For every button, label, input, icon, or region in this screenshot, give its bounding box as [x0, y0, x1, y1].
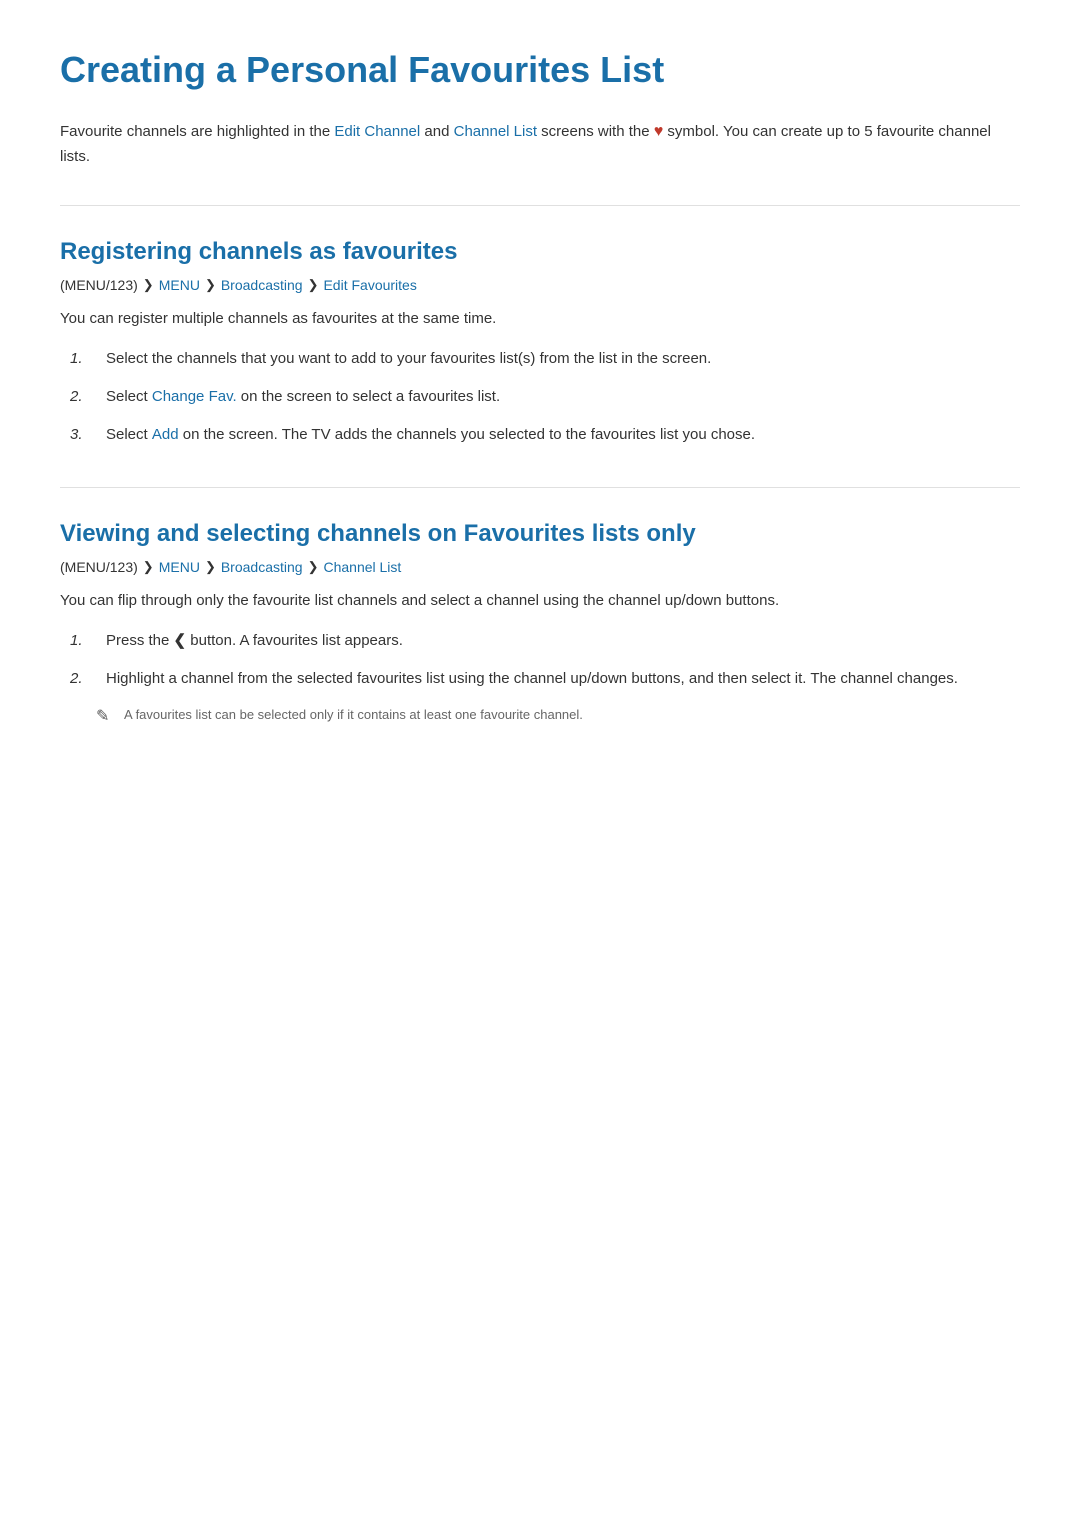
step-num-1: 1. [70, 347, 98, 371]
step-item: 1. Press the ❮ button. A favourites list… [70, 629, 1020, 653]
step-item: 2. Highlight a channel from the selected… [70, 667, 1020, 691]
page-title: Creating a Personal Favourites List [60, 48, 1020, 91]
breadcrumb-broadcasting-1[interactable]: Broadcasting [221, 277, 303, 293]
step-text-2: Select Change Fav. on the screen to sele… [106, 385, 1020, 409]
step-item: 3. Select Add on the screen. The TV adds… [70, 423, 1020, 447]
section1-breadcrumb: (MENU/123) ❯ MENU ❯ Broadcasting ❯ Edit … [60, 277, 1020, 293]
step-num-s2-2: 2. [70, 667, 98, 691]
section-viewing: Viewing and selecting channels on Favour… [60, 518, 1020, 726]
chevron-icon-1: ❯ [143, 277, 154, 293]
breadcrumb-menu-2[interactable]: MENU [159, 559, 200, 575]
edit-channel-link[interactable]: Edit Channel [334, 123, 420, 140]
chevron-left-icon: ❮ [174, 632, 187, 649]
step-text-s2-1: Press the ❮ button. A favourites list ap… [106, 629, 1020, 653]
intro-paragraph: Favourite channels are highlighted in th… [60, 119, 1020, 169]
step-text-3: Select Add on the screen. The TV adds th… [106, 423, 1020, 447]
step-s2-1-after: button. A favourites list appears. [186, 632, 403, 649]
section2-breadcrumb: (MENU/123) ❯ MENU ❯ Broadcasting ❯ Chann… [60, 559, 1020, 575]
intro-text-before: Favourite channels are highlighted in th… [60, 123, 334, 140]
section1-heading: Registering channels as favourites [60, 236, 1020, 267]
step2-text-before: Select [106, 388, 152, 405]
chevron-icon-2: ❯ [205, 277, 216, 293]
breadcrumb-broadcasting-2[interactable]: Broadcasting [221, 559, 303, 575]
add-link[interactable]: Add [152, 426, 179, 443]
note-box: ✎ A favourites list can be selected only… [96, 705, 1020, 726]
chevron-icon-3: ❯ [308, 277, 319, 293]
intro-text-middle: and [420, 123, 453, 140]
chevron-icon-6: ❯ [308, 559, 319, 575]
section2-steps: 1. Press the ❮ button. A favourites list… [70, 629, 1020, 691]
step3-text-after: on the screen. The TV adds the channels … [179, 426, 755, 443]
section-divider-2 [60, 487, 1020, 488]
step-num-s2-1: 1. [70, 629, 98, 653]
step3-text-before: Select [106, 426, 152, 443]
step-text-1: Select the channels that you want to add… [106, 347, 1020, 371]
chevron-icon-5: ❯ [205, 559, 216, 575]
breadcrumb-prefix-2: (MENU/123) [60, 559, 138, 575]
step-item: 2. Select Change Fav. on the screen to s… [70, 385, 1020, 409]
step-num-3: 3. [70, 423, 98, 447]
step2-text-after: on the screen to select a favourites lis… [237, 388, 500, 405]
breadcrumb-prefix-1: (MENU/123) [60, 277, 138, 293]
section1-steps: 1. Select the channels that you want to … [70, 347, 1020, 447]
section-registering: Registering channels as favourites (MENU… [60, 236, 1020, 447]
note-pencil-icon: ✎ [96, 706, 116, 726]
note-text: A favourites list can be selected only i… [124, 705, 583, 725]
intro-text-after: screens with the [537, 123, 650, 140]
change-fav-link[interactable]: Change Fav. [152, 388, 237, 405]
chevron-icon-4: ❯ [143, 559, 154, 575]
breadcrumb-menu-1[interactable]: MENU [159, 277, 200, 293]
section2-intro: You can flip through only the favourite … [60, 589, 1020, 613]
section-divider-1 [60, 205, 1020, 206]
section1-intro: You can register multiple channels as fa… [60, 307, 1020, 331]
section2-heading: Viewing and selecting channels on Favour… [60, 518, 1020, 549]
breadcrumb-edit-favourites[interactable]: Edit Favourites [323, 277, 416, 293]
breadcrumb-channel-list[interactable]: Channel List [323, 559, 401, 575]
channel-list-link[interactable]: Channel List [454, 123, 537, 140]
heart-icon: ♥ [654, 119, 664, 145]
step-text-s2-2: Highlight a channel from the selected fa… [106, 667, 1020, 691]
step-item: 1. Select the channels that you want to … [70, 347, 1020, 371]
step-s2-1-before: Press the [106, 632, 174, 649]
step-num-2: 2. [70, 385, 98, 409]
